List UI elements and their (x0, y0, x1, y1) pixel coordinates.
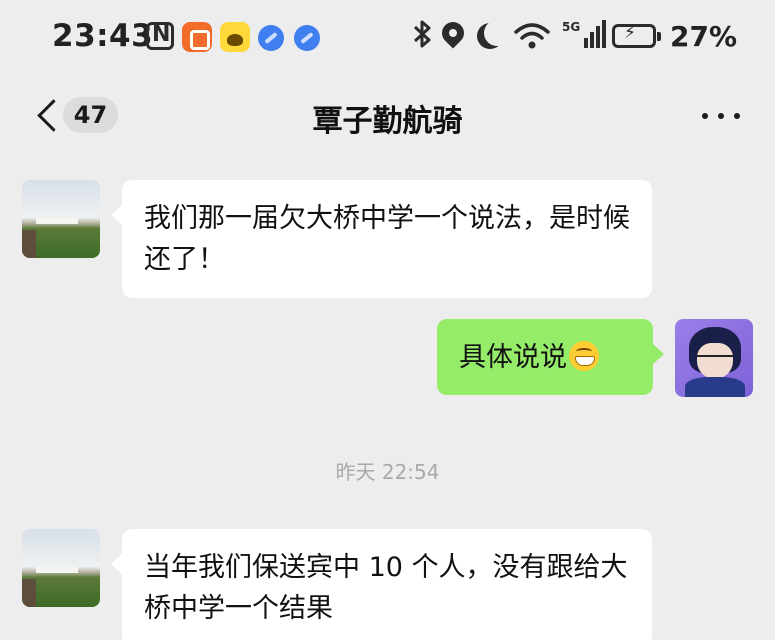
battery-charging-icon (612, 23, 661, 48)
app-notification-yellow-icon (220, 22, 250, 52)
signal-5g-icon: 5G (562, 18, 606, 52)
more-options-icon[interactable] (696, 98, 746, 134)
svg-text:5G: 5G (562, 20, 580, 34)
bluetooth-icon (412, 18, 434, 58)
message-text: 具体说说 (459, 342, 567, 373)
location-icon (437, 17, 469, 49)
app-notification-orange-icon (182, 22, 212, 52)
grin-emoji-icon (569, 341, 599, 371)
message-text: 我们那一届欠大桥中学一个说法，是时候还了！ (144, 203, 630, 275)
app-notification-blue-icon (258, 25, 284, 51)
contact-avatar[interactable] (22, 529, 100, 607)
message-timestamp: 昨天 22:54 (335, 460, 440, 484)
message-list[interactable]: 我们那一届欠大桥中学一个说法，是时候还了！ 具体说说 昨天 22:54 当年我们… (0, 156, 775, 640)
outgoing-message-bubble[interactable]: 具体说说 (437, 319, 664, 395)
status-time: 23:43 (52, 18, 154, 54)
moon-icon (484, 20, 510, 46)
incoming-message-bubble[interactable]: 当年我们保送宾中 10 个人，没有跟给大桥中学一个结果 (111, 529, 652, 640)
nfc-icon (146, 22, 174, 50)
contact-avatar[interactable] (22, 180, 100, 258)
incoming-message-bubble[interactable]: 我们那一届欠大桥中学一个说法，是时候还了！ (111, 180, 652, 298)
message-text: 当年我们保送宾中 10 个人，没有跟给大桥中学一个结果 (144, 552, 628, 624)
my-avatar[interactable] (675, 319, 753, 397)
chat-header: 47 覃子勤航骑 (0, 78, 775, 156)
battery-percent: 27% (670, 20, 738, 53)
wifi-icon (512, 20, 552, 50)
status-bar: 23:43 5G 27 (0, 0, 775, 78)
system-icons: 5G 27% (412, 17, 737, 54)
app-notification-blue-icon-2 (294, 25, 320, 51)
unread-count-badge[interactable]: 47 (63, 97, 118, 133)
